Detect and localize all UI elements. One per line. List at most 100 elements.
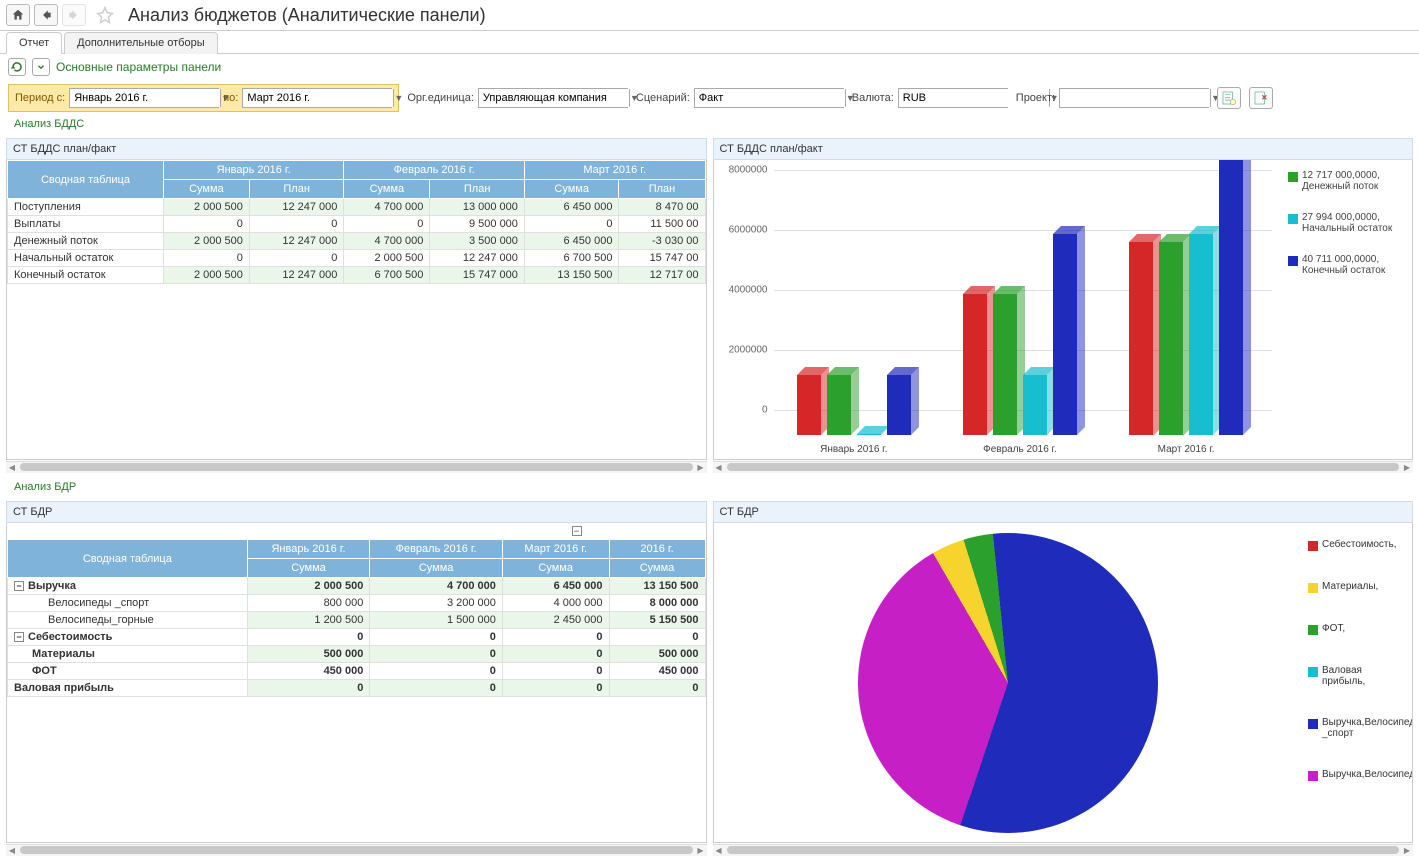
row-label: Валовая прибыль — [8, 680, 248, 697]
y-tick: 6000000 — [714, 225, 768, 236]
cell: 13 000 000 — [430, 199, 525, 216]
bdr-chart-title: СТ БДР — [713, 501, 1414, 523]
cell: 12 717 00 — [619, 267, 705, 284]
refresh-button[interactable] — [8, 58, 26, 76]
row-label: Материалы — [8, 646, 248, 663]
cell: 0 — [247, 629, 370, 646]
favorite-star-icon[interactable] — [96, 6, 114, 24]
forward-button[interactable] — [62, 4, 86, 26]
bdr-table-panel: СТ БДР − Сводная таблицаЯнварь 2016 г.Фе… — [6, 501, 707, 856]
table-row: Валовая прибыль0000 — [8, 680, 706, 697]
currency-select[interactable]: ▼ — [898, 88, 1008, 108]
row-label: ФОТ — [8, 663, 248, 680]
back-button[interactable] — [34, 4, 58, 26]
cell: 12 247 000 — [430, 250, 525, 267]
bar — [1189, 234, 1213, 435]
bar — [1219, 160, 1243, 435]
table-row: Конечный остаток2 000 50012 247 0006 700… — [8, 267, 706, 284]
period-to-input[interactable] — [243, 89, 393, 107]
bar — [857, 434, 881, 435]
collapse-button[interactable] — [32, 58, 50, 76]
sum-header: Сумма — [524, 180, 619, 199]
cell: 0 — [163, 250, 249, 267]
cell: 4 000 000 — [502, 595, 609, 612]
bar-chart-legend: 12 717 000,0000, Денежный поток27 994 00… — [1282, 160, 1412, 459]
bar — [993, 294, 1017, 435]
x-label: Февраль 2016 г. — [950, 444, 1090, 455]
table-row: Выплаты0009 500 000011 500 00 — [8, 216, 706, 233]
cell: 0 — [609, 680, 705, 697]
orgunit-select[interactable]: ▼ — [478, 88, 628, 108]
export-button[interactable] — [1249, 87, 1273, 109]
bdr-section-label: Анализ БДР — [6, 479, 1413, 495]
export-icon — [1253, 90, 1269, 106]
cell: 0 — [502, 646, 609, 663]
col-header: Февраль 2016 г. — [370, 540, 503, 559]
sum-header: Сумма — [609, 559, 705, 578]
bdds-chart-panel: СТ БДДС план/факт 0200000040000006000000… — [713, 138, 1414, 473]
tree-toggle[interactable]: − — [14, 632, 24, 642]
bdds-section-label: Анализ БДДС — [6, 116, 1413, 132]
plan-header: План — [430, 180, 525, 199]
legend-item: Выручка,Велосипеды _спорт — [1308, 717, 1406, 739]
scenario-input[interactable] — [695, 89, 845, 107]
orgunit-input[interactable] — [479, 89, 629, 107]
period-from-select[interactable]: ▼ — [69, 88, 219, 108]
tab-report[interactable]: Отчет — [6, 32, 62, 54]
cell: 2 000 500 — [163, 199, 249, 216]
row-label: Денежный поток — [8, 233, 164, 250]
x-label: Март 2016 г. — [1116, 444, 1256, 455]
top-toolbar: Анализ бюджетов (Аналитические панели) — [0, 0, 1419, 31]
period-from-input[interactable] — [70, 89, 220, 107]
tab-extra-filters[interactable]: Дополнительные отборы — [64, 32, 218, 54]
period-to-label: по: — [223, 92, 238, 104]
hscrollbar[interactable]: ◀▶ — [713, 844, 1414, 856]
params-section-bar: Основные параметры панели — [0, 54, 1419, 80]
sum-header: Сумма — [247, 559, 370, 578]
cell: 0 — [524, 216, 619, 233]
row-label: Велосипеды _спорт — [8, 595, 248, 612]
run-report-button[interactable] — [1217, 87, 1241, 109]
project-input[interactable] — [1060, 89, 1210, 107]
cell: 12 247 000 — [249, 199, 344, 216]
project-select[interactable]: ▼ — [1059, 88, 1209, 108]
cell: 11 500 00 — [619, 216, 705, 233]
currency-label: Валюта: — [852, 92, 894, 104]
bdds-table-body[interactable]: Сводная таблицаЯнварь 2016 г.Февраль 201… — [6, 160, 707, 460]
cell: 1 200 500 — [247, 612, 370, 629]
month-header: Февраль 2016 г. — [344, 161, 525, 180]
dropdown-icon[interactable]: ▼ — [393, 89, 403, 107]
cell: 0 — [502, 663, 609, 680]
hscrollbar[interactable]: ◀▶ — [6, 844, 707, 856]
cell: 3 200 000 — [370, 595, 503, 612]
scenario-select[interactable]: ▼ — [694, 88, 844, 108]
y-tick: 0 — [714, 405, 768, 416]
legend-item: Материалы, — [1308, 581, 1406, 593]
hscrollbar[interactable]: ◀▶ — [713, 461, 1414, 473]
row-label: Поступления — [8, 199, 164, 216]
cell: 0 — [502, 680, 609, 697]
bdr-table: Сводная таблицаЯнварь 2016 г.Февраль 201… — [7, 539, 706, 697]
bar — [797, 375, 821, 435]
bdds-chart-title: СТ БДДС план/факт — [713, 138, 1414, 160]
home-button[interactable] — [6, 4, 30, 26]
col-header: Март 2016 г. — [502, 540, 609, 559]
cell: 6 450 000 — [524, 199, 619, 216]
cell: 450 000 — [247, 663, 370, 680]
bdr-chart-panel: СТ БДР Себестоимость,Материалы,ФОТ,Валов… — [713, 501, 1414, 856]
bdr-table-body[interactable]: − Сводная таблицаЯнварь 2016 г.Февраль 2… — [6, 523, 707, 843]
row-label: Выплаты — [8, 216, 164, 233]
tree-toggle[interactable]: − — [14, 581, 24, 591]
cell: 1 500 000 — [370, 612, 503, 629]
sum-header: Сумма — [370, 559, 503, 578]
cell: 6 700 500 — [344, 267, 430, 284]
bdds-table-title: СТ БДДС план/факт — [6, 138, 707, 160]
plan-header: План — [249, 180, 344, 199]
bdds-table: Сводная таблицаЯнварь 2016 г.Февраль 201… — [7, 160, 706, 284]
cell: 800 000 — [247, 595, 370, 612]
collapse-all-toggle[interactable]: − — [572, 526, 582, 536]
cell: 13 150 500 — [524, 267, 619, 284]
cell: 9 500 000 — [430, 216, 525, 233]
period-to-select[interactable]: ▼ — [242, 88, 392, 108]
hscrollbar[interactable]: ◀▶ — [6, 461, 707, 473]
